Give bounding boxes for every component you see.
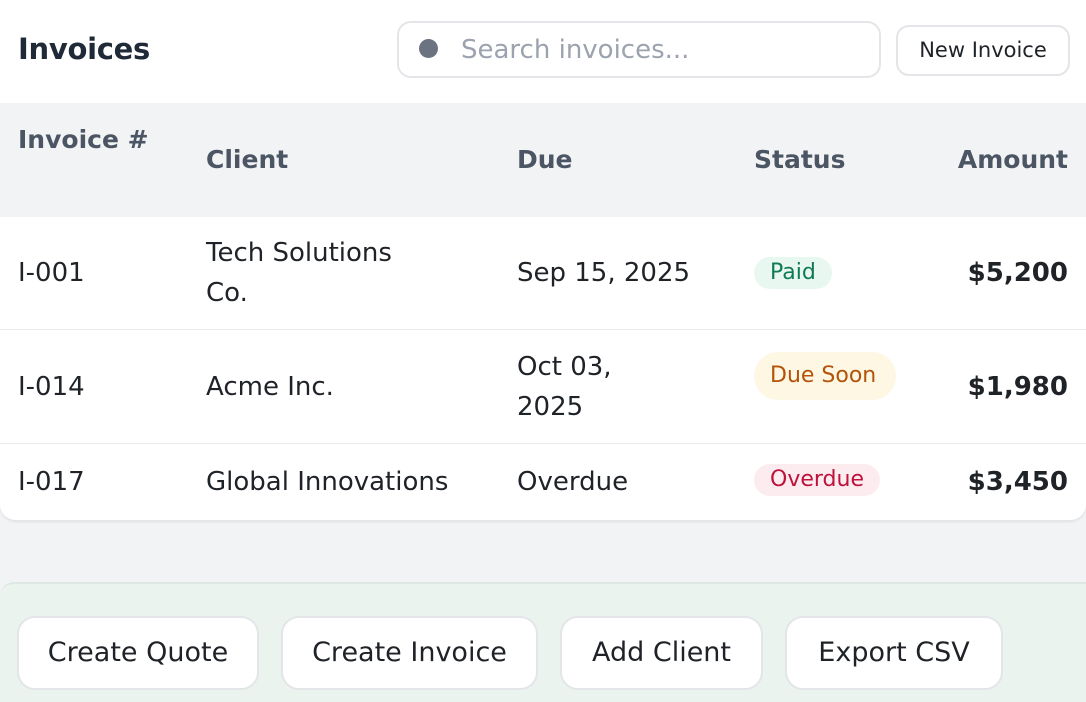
status-badge: Due Soon (754, 352, 896, 400)
invoice-number: I-017 (18, 467, 85, 497)
invoice-amount: $1,980 (967, 372, 1068, 402)
new-invoice-button[interactable]: New Invoice (896, 25, 1070, 76)
table-header: Invoice # Client Due Status Amount (0, 103, 1086, 217)
column-header-amount[interactable]: Amount (958, 140, 1068, 180)
client-name: Tech Solutions Co. (206, 238, 392, 308)
invoice-number: I-001 (18, 258, 85, 288)
invoice-number: I-014 (18, 372, 85, 402)
page-title: Invoices (18, 32, 150, 66)
search-icon (419, 39, 438, 58)
status-badge: Paid (754, 257, 832, 289)
table-row[interactable]: I-017 Global Innovations Overdue Overdue… (0, 444, 1086, 520)
quick-actions-bar: Create Quote Create Invoice Add Client E… (0, 582, 1086, 702)
column-header-invoice[interactable]: Invoice # (18, 120, 158, 160)
invoice-amount: $5,200 (967, 258, 1068, 288)
add-client-button[interactable]: Add Client (560, 616, 763, 690)
client-name: Acme Inc. (206, 372, 334, 402)
table-row[interactable]: I-014 Acme Inc. Oct 03, 2025 Due Soon $1… (0, 330, 1086, 444)
due-date: Oct 03, 2025 (517, 352, 612, 422)
column-header-due[interactable]: Due (517, 140, 573, 180)
search-box[interactable] (397, 21, 881, 78)
due-date: Sep 15, 2025 (517, 258, 691, 288)
client-name: Global Innovations (206, 467, 449, 497)
table-row[interactable]: I-001 Tech Solutions Co. Sep 15, 2025 Pa… (0, 217, 1086, 330)
column-header-client[interactable]: Client (206, 140, 288, 180)
create-invoice-button[interactable]: Create Invoice (281, 616, 538, 690)
invoices-card: Invoices New Invoice Invoice # Client Du… (0, 0, 1086, 521)
create-quote-button[interactable]: Create Quote (17, 616, 259, 690)
column-header-status[interactable]: Status (754, 140, 845, 180)
status-badge: Overdue (754, 464, 880, 496)
search-input[interactable] (461, 31, 861, 69)
export-csv-button[interactable]: Export CSV (785, 616, 1003, 690)
due-date: Overdue (517, 467, 629, 497)
header: Invoices New Invoice (0, 0, 1086, 103)
invoice-amount: $3,450 (967, 467, 1068, 497)
